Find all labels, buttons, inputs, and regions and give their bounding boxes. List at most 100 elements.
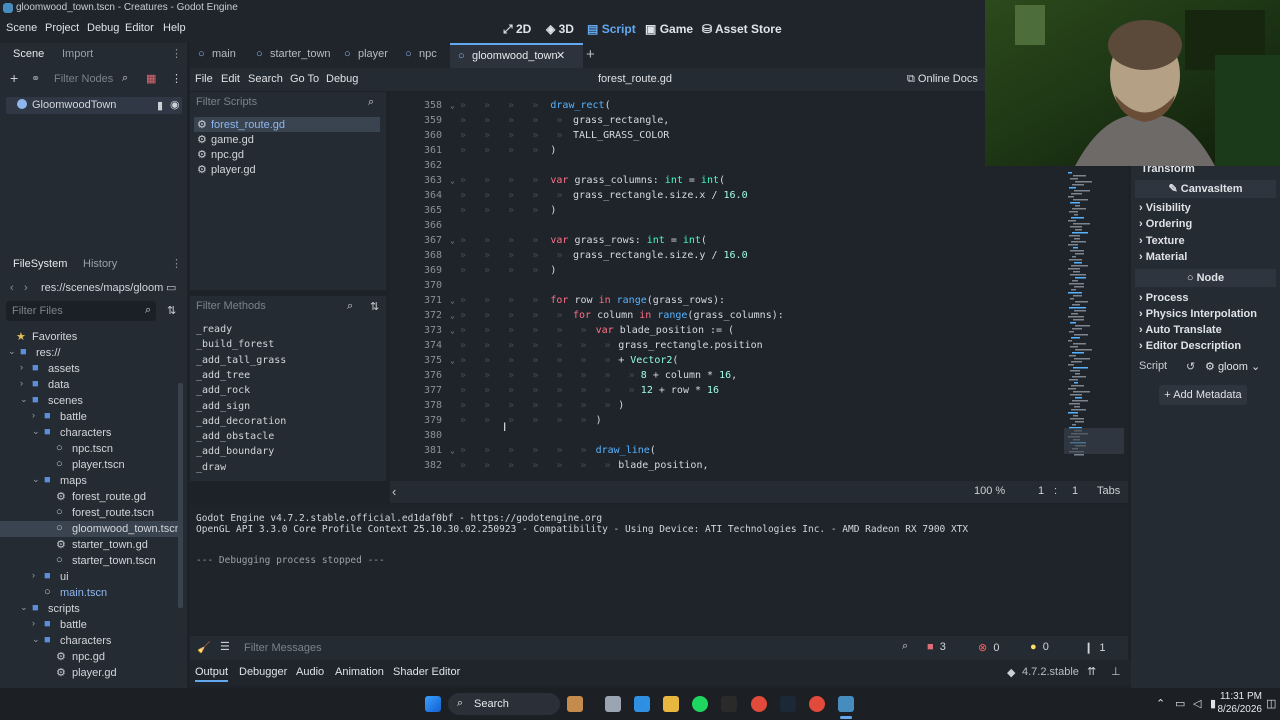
- expand-chevron-icon[interactable]: ⌄: [20, 394, 28, 405]
- workspace-script-button[interactable]: ▤ Script: [587, 22, 636, 36]
- tab-shader-editor[interactable]: Shader Editor: [393, 666, 460, 678]
- section-visibility[interactable]: › Visibility: [1139, 202, 1191, 214]
- script-menu-search[interactable]: Search: [248, 73, 283, 85]
- add-node-icon[interactable]: +: [10, 70, 18, 86]
- expand-chevron-icon[interactable]: ⌄: [32, 634, 40, 645]
- script-property-value[interactable]: ⚙ gloom ⌄: [1205, 360, 1260, 373]
- code-line[interactable]: 380: [390, 428, 1128, 443]
- menu-debug[interactable]: Debug: [87, 22, 119, 34]
- taskbar-search-box[interactable]: ⌕ Search: [448, 693, 560, 715]
- expand-chevron-icon[interactable]: ›: [20, 362, 23, 372]
- section-process[interactable]: › Process: [1139, 292, 1189, 304]
- copy-output-icon[interactable]: ☰: [220, 640, 230, 653]
- workspace-3d-button[interactable]: ◈ 3D: [546, 22, 574, 36]
- filter-methods-input[interactable]: Filter Methods: [190, 296, 340, 316]
- error-total-badge[interactable]: ■ 3: [927, 641, 946, 653]
- hudfx-icon[interactable]: [721, 696, 737, 712]
- code-line[interactable]: 363 ⌄ » » » » var grass_columns: int = int…: [390, 173, 1128, 188]
- scene-tab-player[interactable]: ○ player: [336, 43, 397, 68]
- code-line[interactable]: 379 » » » » » » ): [390, 413, 1128, 428]
- zoom-level[interactable]: 100 %: [974, 485, 1005, 497]
- filesystem-item[interactable]: ⌄ ■ scripts: [0, 601, 178, 617]
- code-line[interactable]: 374 » » » » » » » grass_rectangle.positio…: [390, 338, 1128, 353]
- workspace-asset-store-button[interactable]: ⛁ Asset Store: [702, 22, 782, 36]
- code-line[interactable]: 377 » » » » » » » » 12 + row * 16: [390, 383, 1128, 398]
- tab-animation[interactable]: Animation: [335, 666, 384, 678]
- code-line[interactable]: 373 ⌄ » » » » » » var blade_position := (: [390, 323, 1128, 338]
- code-line[interactable]: 367 ⌄» » » » var grass_rows: int = int(: [390, 233, 1128, 248]
- filter-scripts-input[interactable]: Filter Scripts: [190, 92, 382, 112]
- script-list-item[interactable]: ⚙ player.gd: [194, 162, 380, 177]
- tab-audio[interactable]: Audio: [296, 666, 324, 678]
- split-view-icon[interactable]: ▭: [166, 281, 176, 294]
- filesystem-item[interactable]: ⚙ starter_town.gd: [0, 537, 178, 553]
- back-arrow-icon[interactable]: ‹: [10, 282, 14, 294]
- tray-chevron-icon[interactable]: ⌃: [1156, 697, 1165, 710]
- root-node-label[interactable]: GloomwoodTown: [32, 99, 116, 111]
- filesystem-item[interactable]: ⚙ npc.gd: [0, 649, 178, 665]
- forward-arrow-icon[interactable]: ›: [24, 282, 28, 294]
- method-list-item[interactable]: _build_forest: [196, 339, 274, 350]
- script-icon[interactable]: ▮: [157, 99, 163, 112]
- dock-menu-icon[interactable]: ⋮: [171, 257, 182, 270]
- code-line[interactable]: 382 » » » » » » » blade_position,: [390, 458, 1128, 473]
- visibility-eye-icon[interactable]: ◉: [170, 98, 180, 111]
- tab-filesystem[interactable]: FileSystem: [13, 258, 67, 270]
- fold-chevron-icon[interactable]: ⌄: [450, 323, 455, 338]
- task-view-icon[interactable]: [605, 696, 621, 712]
- filter-files-input[interactable]: Filter Files: [6, 301, 156, 321]
- method-list-item[interactable]: _add_sign: [196, 401, 250, 412]
- filesystem-item[interactable]: ⌄ ■ scenes: [0, 393, 178, 409]
- fold-chevron-icon[interactable]: ⌄: [450, 443, 455, 458]
- expand-chevron-icon[interactable]: ›: [32, 570, 35, 580]
- script-menu-goto[interactable]: Go To: [290, 73, 319, 85]
- workspace-2d-button[interactable]: ⤢ 2D: [503, 22, 531, 37]
- clock-date[interactable]: 8/26/2026: [1212, 704, 1263, 715]
- sort-icon[interactable]: ⇅: [370, 300, 379, 313]
- filesystem-path[interactable]: res://scenes/maps/gloom: [41, 282, 163, 294]
- fold-chevron-icon[interactable]: ⌄: [450, 173, 455, 188]
- fold-chevron-icon[interactable]: ⌄: [450, 233, 455, 248]
- menu-project[interactable]: Project: [45, 22, 79, 34]
- code-line[interactable]: 381 ⌄ » » » » » » draw_line(: [390, 443, 1128, 458]
- spotify-icon[interactable]: [692, 696, 708, 712]
- filesystem-item[interactable]: › ■ battle: [0, 617, 178, 633]
- code-line[interactable]: 372 ⌄ » » » » » for column in range(grass_…: [390, 308, 1128, 323]
- add-metadata-button[interactable]: + Add Metadata: [1159, 385, 1247, 405]
- fold-chevron-icon[interactable]: ⌄: [450, 293, 455, 308]
- method-list-item[interactable]: _add_tree: [196, 370, 250, 381]
- tab-import[interactable]: Import: [62, 48, 93, 60]
- clock-time[interactable]: 11:31 PM: [1218, 691, 1262, 702]
- expand-chevron-icon[interactable]: ›: [20, 378, 23, 388]
- steam-icon[interactable]: [780, 696, 796, 712]
- code-line[interactable]: 378 » » » » » » » ): [390, 398, 1128, 413]
- sort-icon[interactable]: ⇅: [167, 304, 176, 317]
- chrome-profile-icon[interactable]: [809, 696, 825, 712]
- code-line[interactable]: 364 » » » » » grass_rectangle.size.x / 16…: [390, 188, 1128, 203]
- notepad-icon[interactable]: [634, 696, 650, 712]
- menu-scene[interactable]: Scene: [6, 22, 37, 34]
- scene-tab-main[interactable]: ○ main: [190, 43, 248, 68]
- filesystem-item[interactable]: ⌄ ■ characters: [0, 425, 178, 441]
- code-line[interactable]: 370: [390, 278, 1128, 293]
- scene-menu-icon[interactable]: ⋮: [171, 72, 182, 85]
- fold-chevron-icon[interactable]: ⌄: [450, 98, 455, 113]
- script-list-item[interactable]: ⚙ npc.gd: [194, 147, 380, 162]
- widgets-icon[interactable]: [567, 696, 583, 712]
- expand-chevron-icon[interactable]: ⌄: [32, 474, 40, 485]
- scene-tab-starter-town[interactable]: ○ starter_town: [248, 43, 336, 68]
- code-line[interactable]: 371 ⌄ » » » » for row in range(grass_rows)…: [390, 293, 1128, 308]
- workspace-game-button[interactable]: ▣ Game: [645, 22, 693, 36]
- tab-scene[interactable]: Scene: [13, 48, 44, 60]
- toggle-scripts-panel-icon[interactable]: ‹: [392, 484, 396, 499]
- fold-chevron-icon[interactable]: ⌄: [450, 353, 455, 368]
- filesystem-item[interactable]: › ■ battle: [0, 409, 178, 425]
- dock-menu-icon[interactable]: ⋮: [171, 47, 182, 60]
- online-docs-button[interactable]: ⧉ Online Docs: [907, 73, 978, 86]
- section-ordering[interactable]: › Ordering: [1139, 218, 1192, 230]
- filesystem-item[interactable]: ★ Favorites: [0, 329, 178, 345]
- filesystem-item[interactable]: › ■ assets: [0, 361, 178, 377]
- menu-editor[interactable]: Editor: [125, 22, 154, 34]
- section-physics-interpolation[interactable]: › Physics Interpolation: [1139, 308, 1257, 320]
- filesystem-item[interactable]: ○ main.tscn: [0, 585, 178, 601]
